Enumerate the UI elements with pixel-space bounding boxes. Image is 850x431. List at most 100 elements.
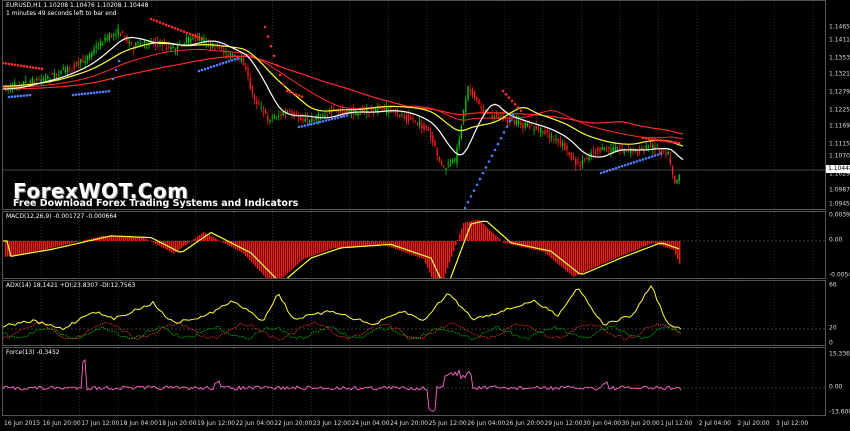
macd-bar <box>559 241 561 266</box>
candle-body <box>333 108 335 110</box>
candle-body <box>29 81 31 83</box>
macd-bar <box>241 241 243 253</box>
candle-body <box>53 72 56 79</box>
macd-bar <box>303 241 305 259</box>
macd-bar <box>639 241 641 249</box>
sar-dot <box>155 20 159 23</box>
candle-body <box>40 79 42 83</box>
sar-dot <box>233 58 237 61</box>
candle-body <box>308 120 311 123</box>
macd-bar <box>53 241 55 248</box>
axis-label: 15.3362 <box>829 350 850 358</box>
candle-body <box>14 82 16 88</box>
candle-body <box>42 78 45 81</box>
candle-body <box>577 161 579 164</box>
macd-bar <box>315 241 317 255</box>
macd-bar <box>311 241 313 257</box>
macd-bar <box>55 241 57 248</box>
sar-dot <box>668 140 672 144</box>
macd-bar <box>643 241 645 247</box>
macd-bar <box>83 240 85 241</box>
sar-dot <box>263 25 267 29</box>
candle-body <box>623 151 625 153</box>
candle-body <box>438 157 441 161</box>
sar-dot <box>203 67 207 71</box>
axis-label: 0.00 <box>829 383 843 391</box>
candle-body <box>306 117 309 120</box>
sar-dot <box>635 160 639 163</box>
macd-bar <box>253 241 255 265</box>
candle-body <box>304 118 306 122</box>
candle-body <box>515 120 518 125</box>
candle-body <box>51 73 53 75</box>
macd-bar <box>491 231 493 241</box>
sar-dot <box>641 158 645 161</box>
candle-body <box>524 122 526 128</box>
candle-body <box>77 61 80 65</box>
candle-body <box>583 158 586 160</box>
candle-body <box>170 46 172 50</box>
macd-bar <box>37 241 39 252</box>
macd-bar <box>669 241 671 249</box>
sar-dot <box>312 122 316 125</box>
macd-bar <box>505 241 507 244</box>
macd-bar <box>399 241 401 251</box>
macd-panel[interactable]: MACD(12,26,9) -0.001727 -0.000664 <box>2 211 826 279</box>
candle-body <box>443 165 445 167</box>
macd-bar <box>457 239 459 241</box>
macd-bar <box>245 241 247 256</box>
macd-bar <box>591 241 593 269</box>
macd-bar <box>69 241 71 244</box>
axis-label: 1.12790 <box>829 88 850 96</box>
candle-body <box>326 115 328 117</box>
sar-dot <box>333 117 337 120</box>
adx-panel[interactable]: ADX(14) 18.1421 +DI:23.8307 -DI:12.7563 <box>2 280 826 346</box>
sar-dot <box>227 59 231 63</box>
sar-dot <box>28 65 32 69</box>
sar-dot <box>507 96 511 99</box>
sar-dot <box>206 66 210 70</box>
macd-bar <box>257 241 259 269</box>
macd-bar <box>185 241 187 245</box>
ma-yellow-line <box>3 41 684 147</box>
axis-label: 1.14110 <box>829 36 850 44</box>
sar-dot <box>665 140 669 143</box>
macd-bar <box>47 241 49 250</box>
candle-body <box>531 124 533 126</box>
candle-body <box>564 142 566 150</box>
macd-histogram <box>5 219 681 278</box>
price-chart-panel[interactable]: EURUSD,H1 1.10208 1.10476 1.10208 1.1044… <box>2 0 826 210</box>
macd-bar <box>45 241 47 250</box>
sar-dot <box>230 58 234 62</box>
force-svg <box>3 348 825 415</box>
macd-bar <box>677 241 679 259</box>
sar-dot <box>7 62 11 66</box>
sar-dot <box>218 62 222 66</box>
candle-body <box>201 40 203 42</box>
sar-dot <box>3 61 5 65</box>
sar-dot <box>7 95 11 99</box>
macd-bar <box>57 241 59 247</box>
macd-bar <box>503 241 505 243</box>
candle-body <box>458 139 460 147</box>
macd-bar <box>173 241 175 254</box>
macd-bar <box>531 241 533 250</box>
candle-body <box>110 34 113 37</box>
macd-bar <box>433 241 435 278</box>
time-label: 30 Jun 04:00 <box>583 420 622 427</box>
macd-bar <box>77 241 79 242</box>
macd-bar <box>215 238 217 241</box>
macd-bar <box>521 241 523 247</box>
time-label: 16 Jun 20:00 <box>42 420 81 427</box>
macd-bar <box>295 241 297 267</box>
candle-body <box>658 149 661 151</box>
force-panel[interactable]: Force(13) -0.3452 <box>2 347 826 416</box>
macd-bar <box>319 241 321 254</box>
candle-body <box>108 33 111 40</box>
macd-bar <box>343 241 345 248</box>
time-label: 24 Jun 04:00 <box>351 420 390 427</box>
macd-bar <box>63 241 65 246</box>
macd-bar <box>231 241 233 248</box>
sar-dot <box>626 162 630 166</box>
candle-body <box>678 174 680 181</box>
